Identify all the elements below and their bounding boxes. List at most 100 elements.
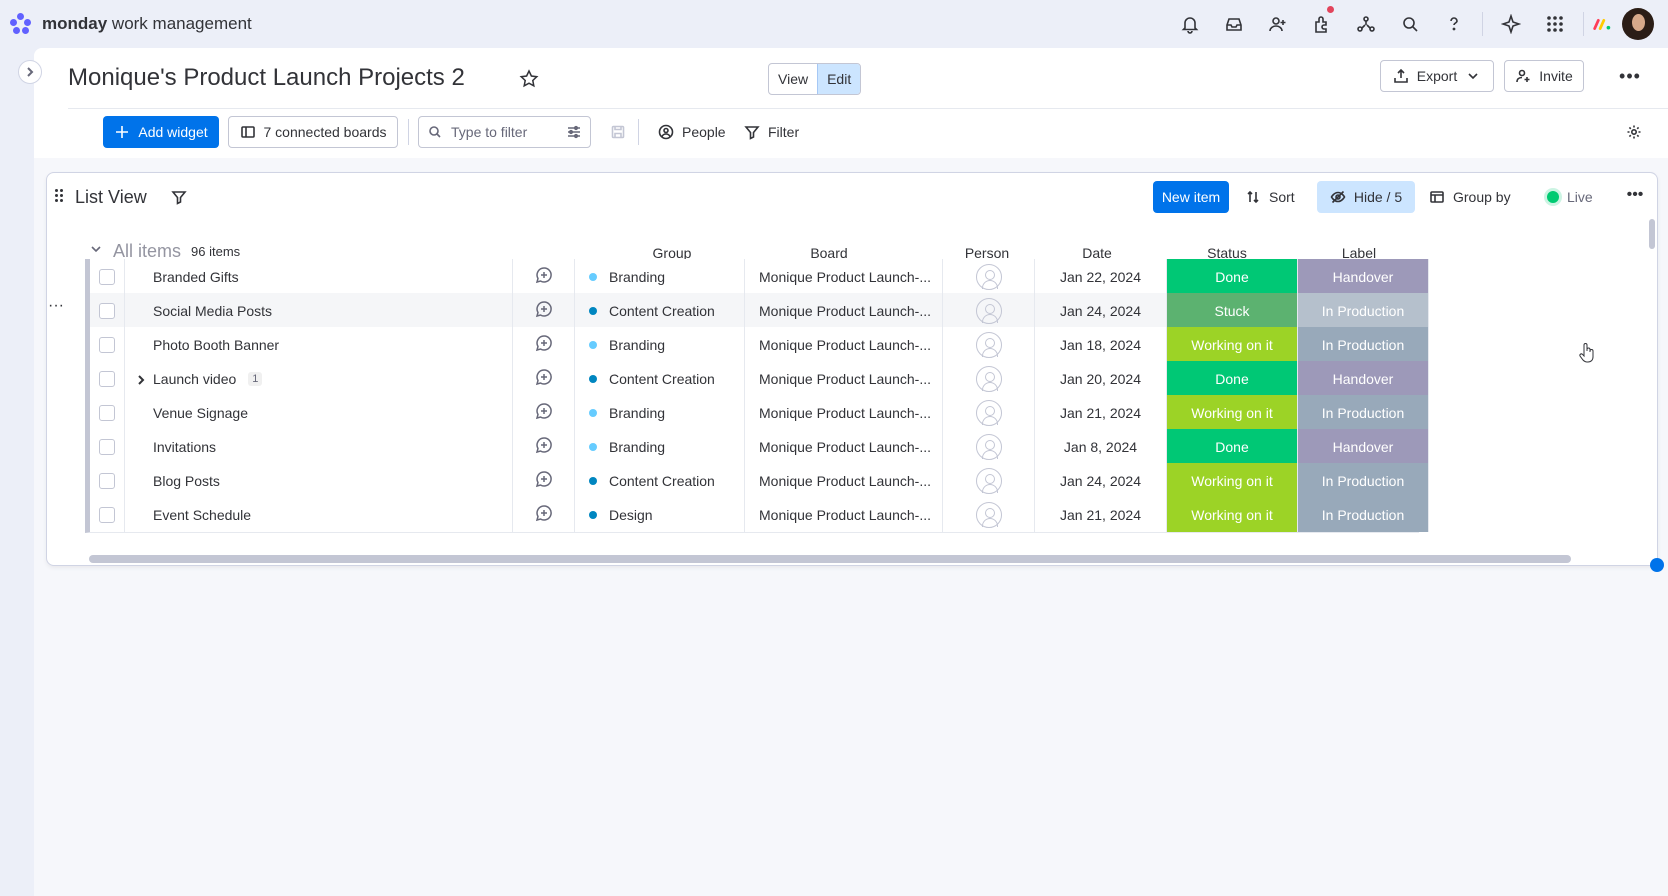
widget-filter-icon[interactable] <box>171 189 187 205</box>
date-cell[interactable]: Jan 20, 2024 <box>1035 361 1167 396</box>
bell-icon[interactable] <box>1168 0 1212 48</box>
filter-button[interactable]: Filter <box>744 116 799 148</box>
group-cell[interactable]: Branding <box>575 327 745 362</box>
table-row[interactable]: Branded Gifts Branding Monique Product Lau… <box>85 259 1429 295</box>
status-cell[interactable]: Done <box>1167 429 1298 464</box>
user-avatar[interactable] <box>1622 8 1654 40</box>
person-cell[interactable] <box>943 429 1035 464</box>
sidebar-expand-button[interactable] <box>18 60 42 84</box>
person-cell[interactable] <box>943 259 1035 294</box>
status-cell[interactable]: Working on it <box>1167 463 1298 498</box>
label-cell[interactable]: Handover <box>1298 259 1429 294</box>
person-cell[interactable] <box>943 293 1035 328</box>
board-cell[interactable]: Monique Product Launch-... <box>745 463 943 498</box>
item-name-cell[interactable]: Venue Signage <box>125 395 513 430</box>
group-by-button[interactable]: Group by <box>1429 181 1511 213</box>
date-cell[interactable]: Jan 22, 2024 <box>1035 259 1167 294</box>
more-options-icon[interactable]: ••• <box>1614 60 1646 92</box>
label-cell[interactable]: In Production <box>1298 293 1429 328</box>
connected-boards-button[interactable]: 7 connected boards <box>228 116 398 148</box>
label-cell[interactable]: Handover <box>1298 429 1429 464</box>
widget-resize-handle[interactable] <box>1650 558 1664 572</box>
view-mode-button[interactable]: View <box>769 64 817 94</box>
person-cell[interactable] <box>943 463 1035 498</box>
person-cell[interactable] <box>943 395 1035 430</box>
table-row[interactable]: Photo Booth Banner Branding Monique Produc… <box>85 327 1429 363</box>
chevron-right-icon[interactable] <box>135 373 147 389</box>
group-cell[interactable]: Branding <box>575 429 745 464</box>
row-checkbox[interactable] <box>99 370 115 387</box>
add-update-icon[interactable] <box>534 367 554 390</box>
add-update-icon[interactable] <box>534 299 554 322</box>
board-cell[interactable]: Monique Product Launch-... <box>745 259 943 294</box>
status-cell[interactable]: Working on it <box>1167 327 1298 362</box>
group-cell[interactable]: Branding <box>575 259 745 294</box>
item-name-cell[interactable]: Social Media Posts <box>125 293 513 328</box>
status-cell[interactable]: Done <box>1167 361 1298 396</box>
item-name-cell[interactable]: Invitations <box>125 429 513 464</box>
table-row[interactable]: Venue Signage Branding Monique Product Lau… <box>85 395 1429 431</box>
group-cell[interactable]: Branding <box>575 395 745 430</box>
item-name-cell[interactable]: Photo Booth Banner <box>125 327 513 362</box>
item-name-cell[interactable]: Launch video 1 <box>125 361 513 396</box>
status-cell[interactable]: Done <box>1167 259 1298 294</box>
row-checkbox[interactable] <box>99 268 115 285</box>
table-row[interactable]: Blog Posts Content Creation Monique Produc… <box>85 463 1429 499</box>
table-row[interactable]: Invitations Branding Monique Product Launc… <box>85 429 1429 465</box>
drag-handle-icon[interactable] <box>55 189 65 205</box>
filter-settings-icon[interactable] <box>566 124 582 140</box>
row-checkbox[interactable] <box>99 404 115 421</box>
horizontal-scrollbar[interactable] <box>89 555 1571 563</box>
grid-icon[interactable] <box>1533 0 1577 48</box>
search-icon[interactable] <box>1388 0 1432 48</box>
board-cell[interactable]: Monique Product Launch-... <box>745 429 943 464</box>
add-update-icon[interactable] <box>534 469 554 492</box>
settings-gear-icon[interactable] <box>1626 116 1642 148</box>
date-cell[interactable]: Jan 18, 2024 <box>1035 327 1167 362</box>
add-update-icon[interactable] <box>534 503 554 526</box>
ai-icon[interactable] <box>1489 0 1533 48</box>
edit-mode-button[interactable]: Edit <box>817 64 861 94</box>
group-cell[interactable]: Content Creation <box>575 361 745 396</box>
monday-logo[interactable]: monday work management <box>8 11 252 37</box>
status-cell[interactable]: Stuck <box>1167 293 1298 328</box>
add-widget-button[interactable]: Add widget <box>103 116 219 148</box>
row-checkbox[interactable] <box>99 438 115 455</box>
add-update-icon[interactable] <box>534 401 554 424</box>
row-checkbox[interactable] <box>99 336 115 353</box>
invite-members-icon[interactable] <box>1256 0 1300 48</box>
export-button[interactable]: Export <box>1380 60 1494 92</box>
sort-button[interactable]: Sort <box>1245 181 1295 213</box>
status-cell[interactable]: Working on it <box>1167 395 1298 430</box>
person-cell[interactable] <box>943 497 1035 532</box>
date-cell[interactable]: Jan 8, 2024 <box>1035 429 1167 464</box>
page-title[interactable]: Monique's Product Launch Projects 2 <box>68 64 465 92</box>
add-update-icon[interactable] <box>534 265 554 288</box>
group-cell[interactable]: Content Creation <box>575 463 745 498</box>
widget-more-options-icon[interactable]: ••• <box>1621 181 1649 213</box>
row-checkbox[interactable] <box>99 472 115 489</box>
item-name-cell[interactable]: Event Schedule <box>125 497 513 532</box>
board-cell[interactable]: Monique Product Launch-... <box>745 327 943 362</box>
row-more-options-icon[interactable]: ··· <box>48 297 64 315</box>
apps-icon[interactable] <box>1300 0 1344 48</box>
label-cell[interactable]: In Production <box>1298 463 1429 498</box>
table-row[interactable]: ··· Social Media Posts Content Creation Mon… <box>48 293 1429 329</box>
status-cell[interactable]: Working on it <box>1167 497 1298 532</box>
new-item-button[interactable]: New item <box>1153 181 1229 213</box>
item-name-cell[interactable]: Blog Posts <box>125 463 513 498</box>
vertical-scrollbar[interactable] <box>1649 219 1655 249</box>
date-cell[interactable]: Jan 24, 2024 <box>1035 293 1167 328</box>
hide-columns-button[interactable]: Hide / 5 <box>1317 181 1415 213</box>
board-cell[interactable]: Monique Product Launch-... <box>745 293 943 328</box>
label-cell[interactable]: In Production <box>1298 395 1429 430</box>
group-cell[interactable]: Content Creation <box>575 293 745 328</box>
favorite-star-icon[interactable] <box>518 68 540 90</box>
row-checkbox[interactable] <box>99 506 115 523</box>
label-cell[interactable]: In Production <box>1298 497 1429 532</box>
item-name-cell[interactable]: Branded Gifts <box>125 259 513 294</box>
label-cell[interactable]: Handover <box>1298 361 1429 396</box>
help-icon[interactable] <box>1432 0 1476 48</box>
table-row[interactable]: Event Schedule Design Monique Product Laun… <box>85 497 1429 533</box>
live-indicator[interactable]: Live <box>1547 181 1593 213</box>
